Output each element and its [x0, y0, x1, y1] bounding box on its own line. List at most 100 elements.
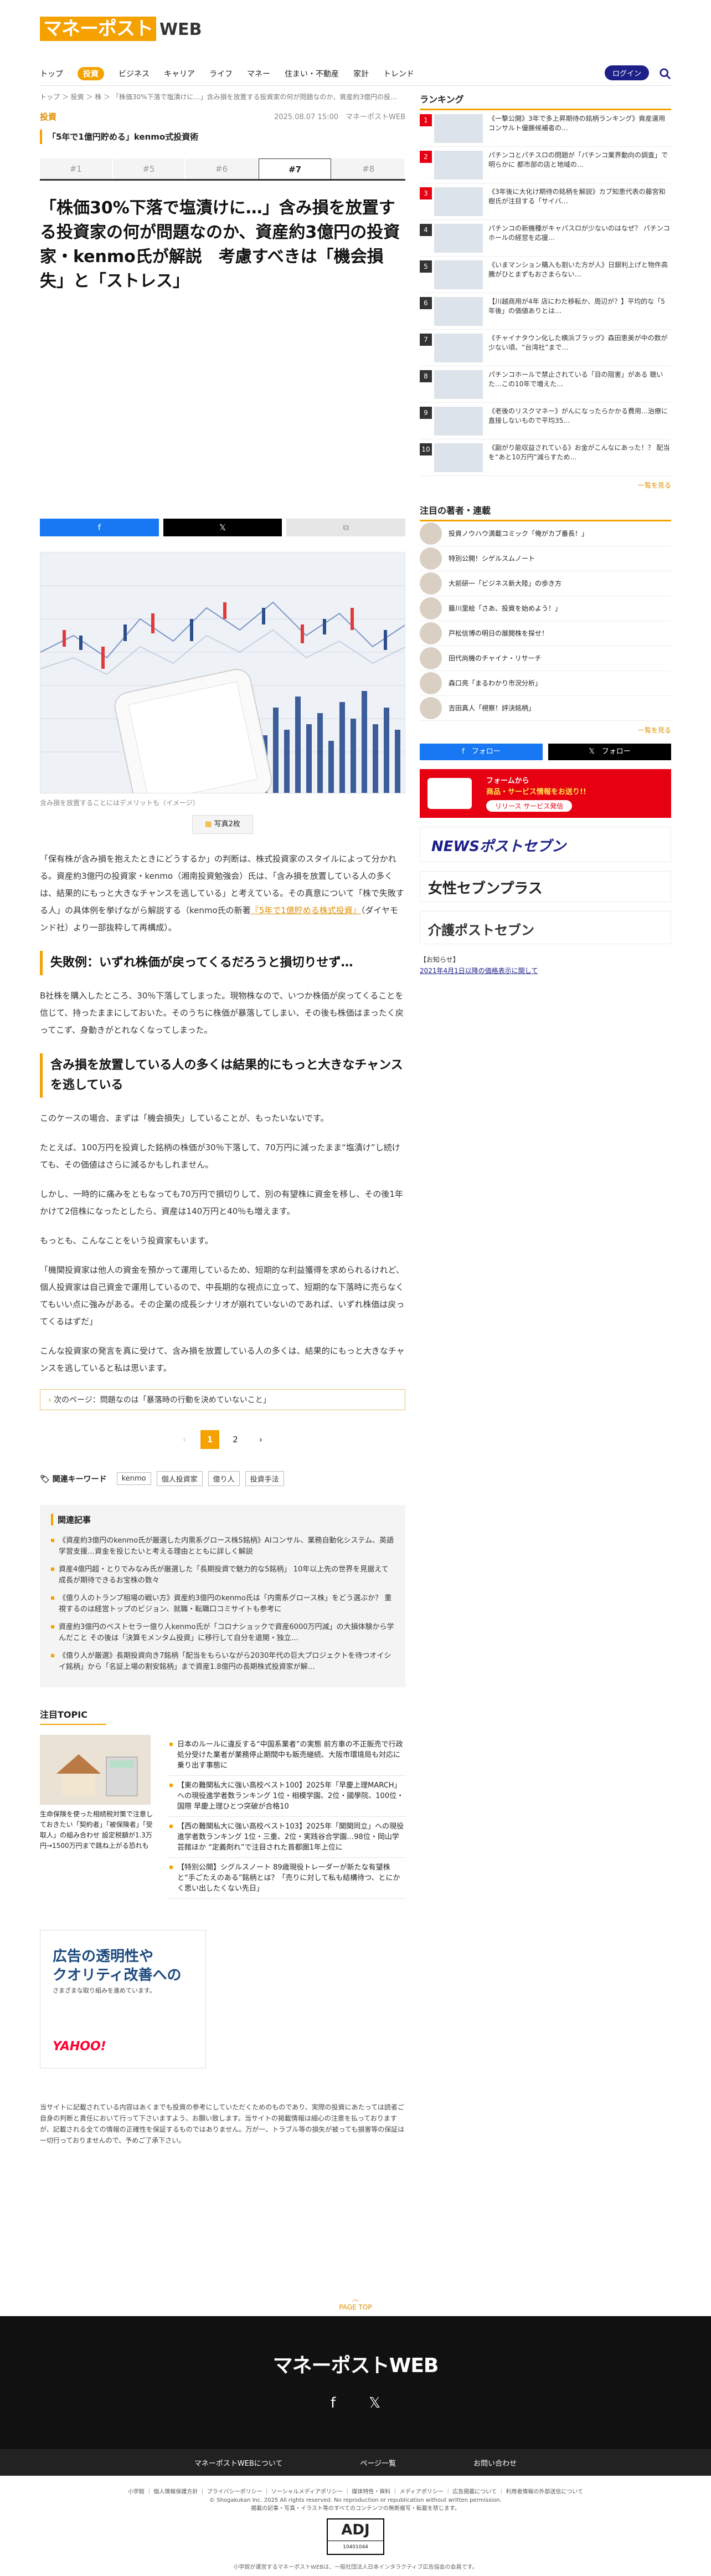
- next-page-button[interactable]: ›: [251, 1430, 270, 1449]
- nav-item-top[interactable]: トップ: [40, 68, 63, 79]
- nav-item-life[interactable]: ライフ: [209, 68, 233, 79]
- related-item[interactable]: 《億り人が厳選》長期投資向き7銘柄「配当をもらいながら2030年代の巨大プロジェ…: [51, 1647, 394, 1676]
- copy-link-button[interactable]: ⧉: [286, 519, 406, 536]
- banner3-logo: 女性セブンプラス: [428, 880, 543, 897]
- ranking-item[interactable]: 8 パチンコホールで禁止されている「目の阻害」がある 聴いた…この10年で増えた…: [420, 366, 671, 403]
- footer-policy-links[interactable]: 小学館 ｜ 個人情報保護方針 ｜ プライバシーポリシー ｜ ソーシャルメディアポ…: [0, 2488, 711, 2496]
- search-icon[interactable]: [659, 68, 671, 80]
- ranking-item[interactable]: 1 《一撃公開》3年で多上昇期待の銘柄ランキング》資産運用コンサルト優勝候補者の…: [420, 110, 671, 147]
- category-label[interactable]: 投資: [40, 111, 56, 122]
- ranking-more-link[interactable]: 一覧を見る: [420, 480, 671, 490]
- nav-item-household[interactable]: 家計: [353, 68, 369, 79]
- footer-link-contact[interactable]: お問い合わせ: [473, 2457, 517, 2468]
- ranking-item[interactable]: 4 パチンコの新機種がキャパスロが少ないのはなぜ？ パチンコホールの経営を応援…: [420, 220, 671, 257]
- ranking-item[interactable]: 10 《副がり能収益されている》お金がこんなにあった！？ 配当を“あと10万円”減…: [420, 439, 671, 476]
- series-title[interactable]: 「5年で1億円貯める」kenmo式投資術: [40, 130, 405, 144]
- breadcrumb[interactable]: トップ ＞ 投資 ＞ 株 ＞ 「株価30%下落で塩漬けに…」含み損を放置する投資…: [40, 92, 396, 101]
- rank-thumbnail: [434, 443, 483, 472]
- avatar: [420, 572, 442, 595]
- author-item[interactable]: 大前研一「ビジネス新大陸」の歩き方: [420, 571, 671, 596]
- tab-7[interactable]: #7: [258, 158, 332, 179]
- body-paragraph: このケースの場合、まずは「機会損失」していることが、もったいないです。: [40, 1113, 329, 1123]
- rank-number: 6: [420, 297, 432, 309]
- facebook-icon[interactable]: f: [331, 2395, 336, 2411]
- yahoo-ad[interactable]: 広告の透明性や クオリティ改善への さまざまな取り組みを進めています。 YAHOO…: [40, 1930, 206, 2068]
- body-paragraph: B社株を購入したところ、30％下落してしまった。現物株なので、いつか株価が戻って…: [40, 991, 404, 1035]
- author-item[interactable]: 吉田真人「視察！評決銘柄」: [420, 696, 671, 721]
- news-post-seven-banner[interactable]: NEWSポストセブン: [420, 827, 671, 862]
- ad-line2: クオリティ改善への: [53, 1967, 182, 1984]
- related-item[interactable]: 《資産約3億円のkenmo氏が厳選した内需系グロース株5銘柄》AIコンサル、業務…: [51, 1532, 394, 1561]
- x-icon[interactable]: 𝕏: [369, 2395, 380, 2411]
- page-2-button[interactable]: 2: [226, 1430, 245, 1449]
- rank-title: パチンコホールで禁止されている「目の阻害」がある 聴いた…この10年で増えた…: [488, 371, 663, 388]
- ranking-item[interactable]: 5 《いまマンション購入も割いた方が人》日銀利上げと物件高騰がひとまずもおさまらな…: [420, 257, 671, 293]
- ranking-item[interactable]: 9 《老後のリスクマネー》がんになったらかかる費用…治療に直接しないもので平均35…: [420, 403, 671, 439]
- body-paragraph: もっとも、こんなことをいう投資家もいます。: [40, 1236, 213, 1246]
- keyword-tag[interactable]: 投資手法: [245, 1471, 284, 1486]
- megaphone-icon: [427, 778, 472, 809]
- ranking-item[interactable]: 7 《チャイナタウン化した横浜ブラッグ》森田恵美が中の数が少ない頃、“台湾社”まで…: [420, 330, 671, 366]
- footer-link-pages[interactable]: ページ一覧: [360, 2457, 396, 2468]
- nav-item-business[interactable]: ビジネス: [118, 68, 150, 79]
- site-logo[interactable]: マネーポスト WEB: [40, 17, 202, 41]
- ad-headline: 広告の透明性や クオリティ改善への: [53, 1947, 181, 1985]
- next-page-link[interactable]: › 次のページ：問題なのは「暴落時の行動を決めていないこと」: [40, 1389, 405, 1410]
- author-item[interactable]: 特別公開！シゲルスムノート: [420, 546, 671, 571]
- x-follow-button[interactable]: 𝕏 フォロー: [548, 744, 671, 760]
- tab-6[interactable]: #6: [186, 158, 257, 179]
- stock-chart-photo: [40, 552, 405, 793]
- nav-item-housing[interactable]: 住まい・不動産: [285, 68, 339, 79]
- topic-feature[interactable]: 生命保険を使った相続税対策で注意しておきたい「契約者」「被保険者」「受取人」の組…: [40, 1735, 156, 1899]
- notice-link[interactable]: 2021年4月1日以降の価格表示に関して: [420, 965, 671, 976]
- authors-more-link[interactable]: 一覧を見る: [420, 725, 671, 735]
- topic-item[interactable]: 【特別公開】シグルスノート 89歳現役トレーダーが新たな有望株と“手ごたえのある…: [169, 1858, 405, 1899]
- tab-5[interactable]: #5: [112, 158, 185, 179]
- kaigo-post-seven-banner[interactable]: 介護ポストセブン: [420, 911, 671, 944]
- josei-seven-plus-banner[interactable]: 女性セブンプラス: [420, 871, 671, 902]
- footer-link-about[interactable]: マネーポストWEBについて: [194, 2457, 283, 2468]
- related-item[interactable]: 資産4億円超・とりでみなみ氏が厳選した「長期投資で魅力的な5銘柄」 10年以上先…: [51, 1561, 394, 1590]
- facebook-share-button[interactable]: f: [40, 519, 159, 536]
- author-item[interactable]: 田代尚機のチャイナ・リサーチ: [420, 646, 671, 671]
- footer-logo[interactable]: マネーポストWEB: [0, 2316, 711, 2378]
- related-item[interactable]: 資産約3億円のベストセラー億り人kenmo氏が「コロナショックで資産6000万円…: [51, 1619, 394, 1647]
- nav-item-invest[interactable]: 投資: [78, 67, 104, 80]
- nav-item-career[interactable]: キャリア: [164, 68, 195, 79]
- x-share-button[interactable]: 𝕏: [163, 519, 282, 536]
- login-button[interactable]: ログイン: [604, 65, 649, 80]
- book-link[interactable]: 『5年で1億貯める株式投資』: [251, 905, 361, 915]
- ranking-item[interactable]: 3 《3年後に大化け期待の銘柄を解説》カブ知恵代表の藤宮和樹氏が注目する「サイバ…: [420, 183, 671, 220]
- author-item[interactable]: 戸松信博の明日の展開株を探せ！: [420, 621, 671, 646]
- nav-item-money[interactable]: マネー: [247, 68, 270, 79]
- author-item[interactable]: 森口亮「まるわかり市況分析」: [420, 671, 671, 696]
- rank-thumbnail: [434, 224, 483, 253]
- topic-item[interactable]: 【東の難関私大に強い高校ベスト100】2025年「早慶上理MARCH」への現役進…: [169, 1776, 405, 1817]
- ranking-item[interactable]: 2 パチンコとパチスロの問題が「パチンコ業界動向の調査」で明らかに 都市部の店と地…: [420, 147, 671, 183]
- ranking-item[interactable]: 6 【川越商用が4年 店にわた移転か、周辺が？】平均的な「5年後」の価値ありとは…: [420, 293, 671, 330]
- photo-caption: 含み損を放置することにはデメリットも（イメージ）: [40, 799, 199, 807]
- page-1-button[interactable]: 1: [200, 1430, 219, 1449]
- page-top-button[interactable]: ︿ PAGE TOP: [0, 2294, 711, 2311]
- rank-thumbnail: [434, 151, 483, 180]
- topic-item[interactable]: 【西の難関私大に強い高校ベスト103】2025年「関関同立」への現役進学者数ラン…: [169, 1817, 405, 1858]
- keyword-tag[interactable]: 個人投資家: [156, 1471, 203, 1486]
- article-photo[interactable]: [40, 552, 405, 793]
- keyword-tag[interactable]: 億り人: [208, 1471, 240, 1486]
- topic-item[interactable]: 日本のルールに違反する“中国系業者”の実態 前方車の不正販売で行政処分受けた業者…: [169, 1735, 405, 1776]
- prev-page-button[interactable]: ‹: [175, 1430, 194, 1449]
- facebook-follow-button[interactable]: f フォロー: [420, 744, 543, 760]
- release-banner[interactable]: フォームから 商品・サービス情報をお送り!! リリース サービス発信: [420, 769, 671, 818]
- related-item[interactable]: 《億り人のトランプ相場の戦い方》資産約3億円のkenmo氏は「内需系グロース株」…: [51, 1590, 394, 1619]
- nav-item-trend[interactable]: トレンド: [383, 68, 414, 79]
- topic-image: [40, 1735, 151, 1805]
- rank-thumbnail: [434, 297, 483, 326]
- author-item[interactable]: 藤川里絵「さあ、投資を始めよう！」: [420, 596, 671, 621]
- photo-gallery-button[interactable]: ▦ 写真2枚: [192, 815, 253, 834]
- tab-1[interactable]: #1: [40, 158, 112, 179]
- ad-subtext: さまざまな取り組みを進めています。: [53, 1987, 156, 1994]
- tab-8[interactable]: #8: [332, 158, 404, 179]
- author-item[interactable]: 投資ノウハウ満載コミック「俺がカブ番長！」: [420, 521, 671, 546]
- next-page-label: 次のページ：問題なのは「暴落時の行動を決めていないこと」: [54, 1396, 271, 1405]
- keyword-tag[interactable]: kenmo: [116, 1472, 151, 1485]
